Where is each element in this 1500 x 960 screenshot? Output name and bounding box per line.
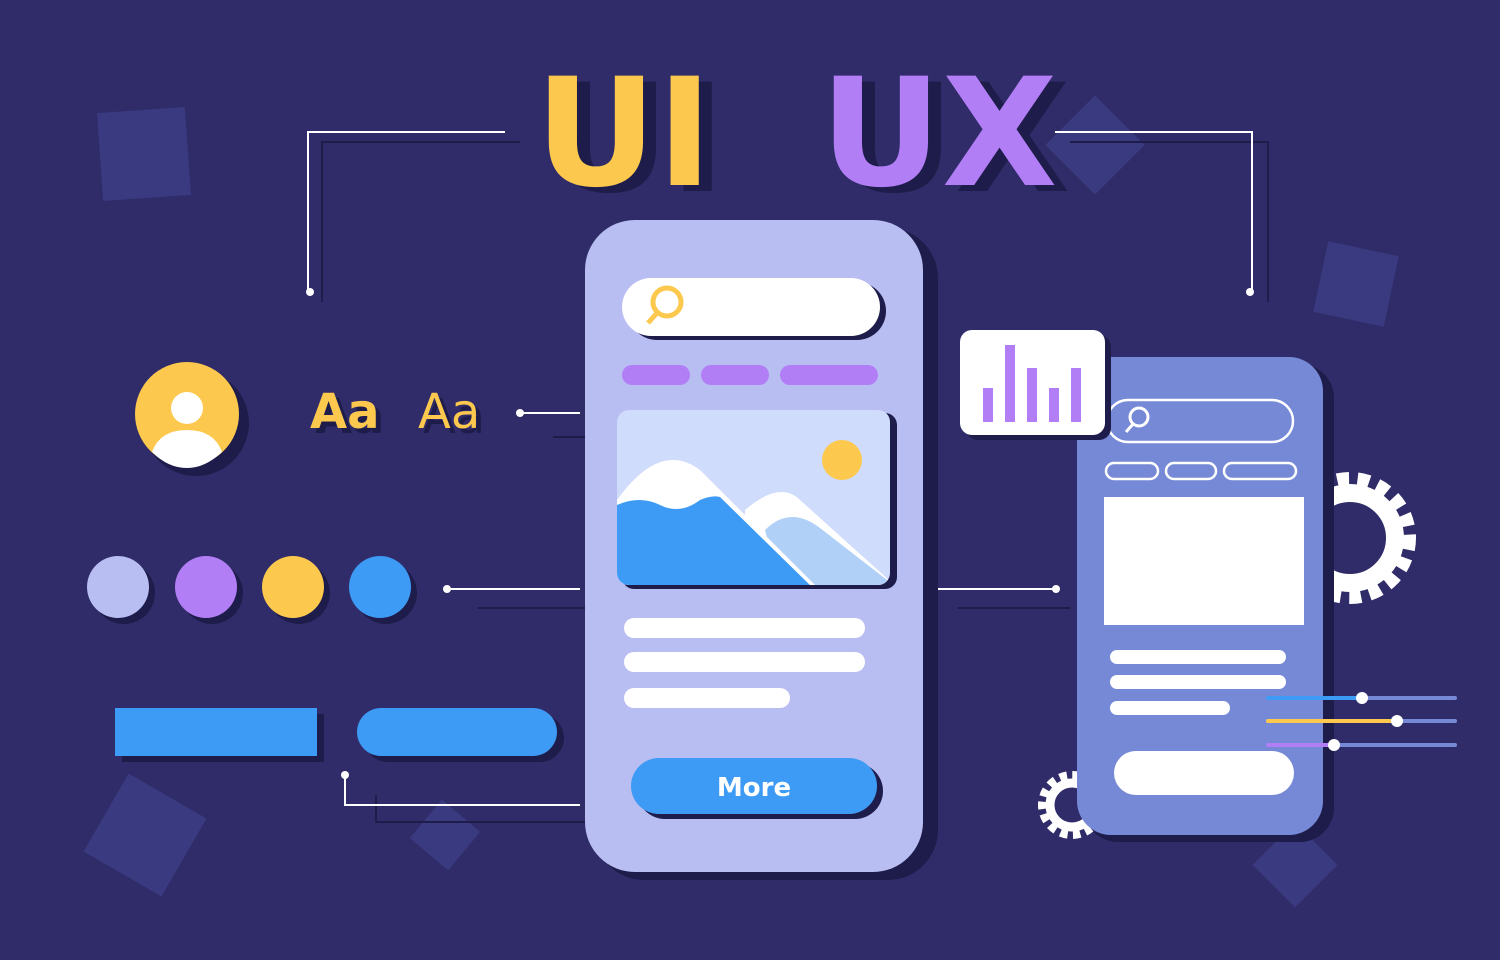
search-bar <box>622 278 880 336</box>
swatch-yellow <box>262 556 324 618</box>
swatch-blue <box>349 556 411 618</box>
title-ui: UI <box>535 47 713 221</box>
button-samples <box>115 708 564 762</box>
title-ux: UX <box>820 47 1057 221</box>
bar-chart-icon <box>960 330 1111 440</box>
swatch-purple <box>175 556 237 618</box>
more-button[interactable]: More <box>717 773 791 803</box>
font-sample-bold: Aa <box>310 384 380 440</box>
illustration: UI UI UX UX Aa Aa Aa Aa More <box>83 47 1457 908</box>
image-icon <box>617 410 897 589</box>
square-button-sample <box>115 708 317 756</box>
tab-pills <box>622 365 878 385</box>
secondary-phone <box>1077 357 1334 842</box>
secondary-button-shape <box>1114 751 1294 795</box>
user-avatar-icon <box>135 362 249 476</box>
color-palette <box>87 556 417 624</box>
swatch-lavender <box>87 556 149 618</box>
font-sample-regular: Aa <box>418 384 480 440</box>
rounded-button-sample <box>357 708 557 756</box>
image-placeholder <box>1104 497 1304 625</box>
